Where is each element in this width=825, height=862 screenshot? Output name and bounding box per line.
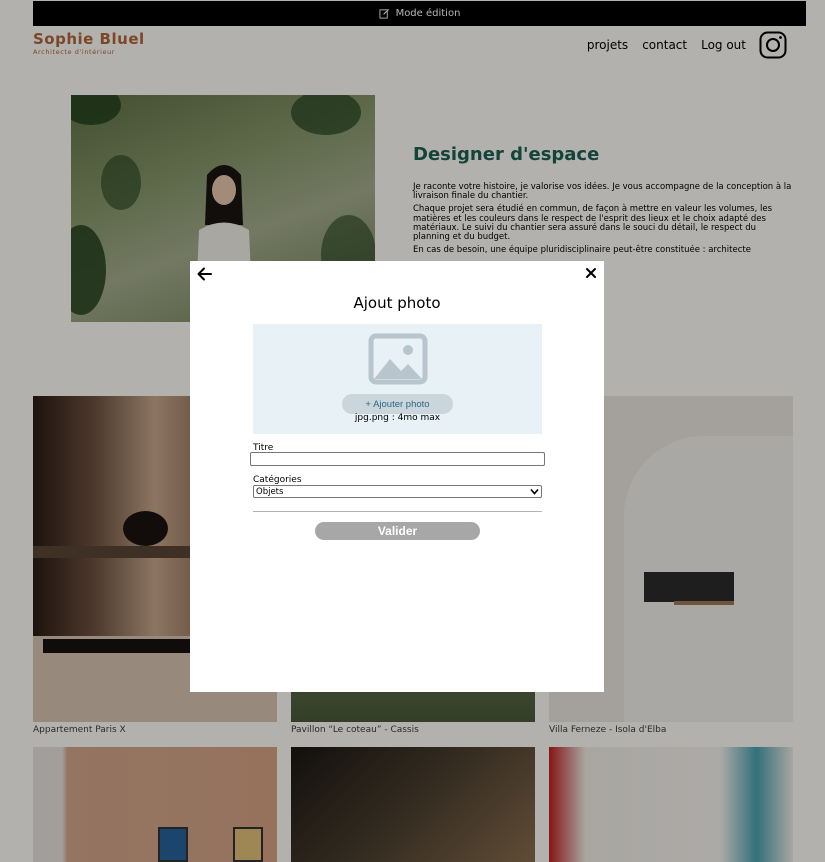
title-input[interactable] xyxy=(250,452,545,466)
category-label: Catégories xyxy=(253,475,302,485)
add-photo-modal: Ajout photo + Ajouter photo jpg.png : 4m… xyxy=(190,261,604,692)
back-arrow-icon[interactable] xyxy=(196,265,214,283)
category-selected-value: Objets xyxy=(256,486,284,497)
modal-title: Ajout photo xyxy=(353,294,441,312)
upload-hint: jpg.png : 4mo max xyxy=(354,413,441,423)
chevron-down-icon xyxy=(530,488,539,495)
divider xyxy=(253,511,542,512)
submit-button[interactable]: Valider xyxy=(315,522,480,540)
add-photo-button[interactable]: + Ajouter photo xyxy=(342,394,453,414)
image-placeholder-icon xyxy=(368,333,428,385)
category-select[interactable]: Objets xyxy=(253,485,542,498)
photo-upload-zone[interactable]: + Ajouter photo jpg.png : 4mo max xyxy=(253,324,542,434)
close-icon[interactable] xyxy=(584,266,598,280)
